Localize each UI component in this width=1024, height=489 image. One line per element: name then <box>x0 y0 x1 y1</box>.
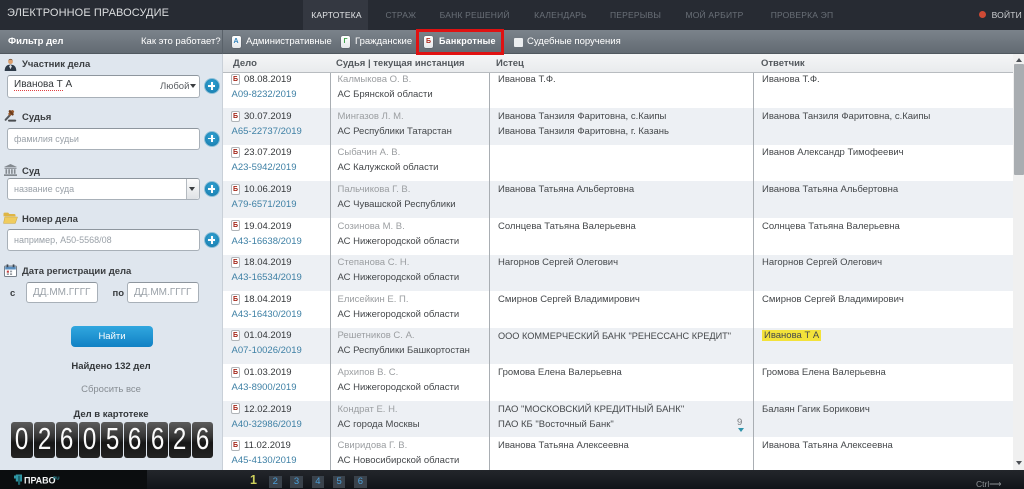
svg-text:RU: RU <box>53 476 60 481</box>
svg-text:ПРАВО: ПРАВО <box>24 476 55 486</box>
